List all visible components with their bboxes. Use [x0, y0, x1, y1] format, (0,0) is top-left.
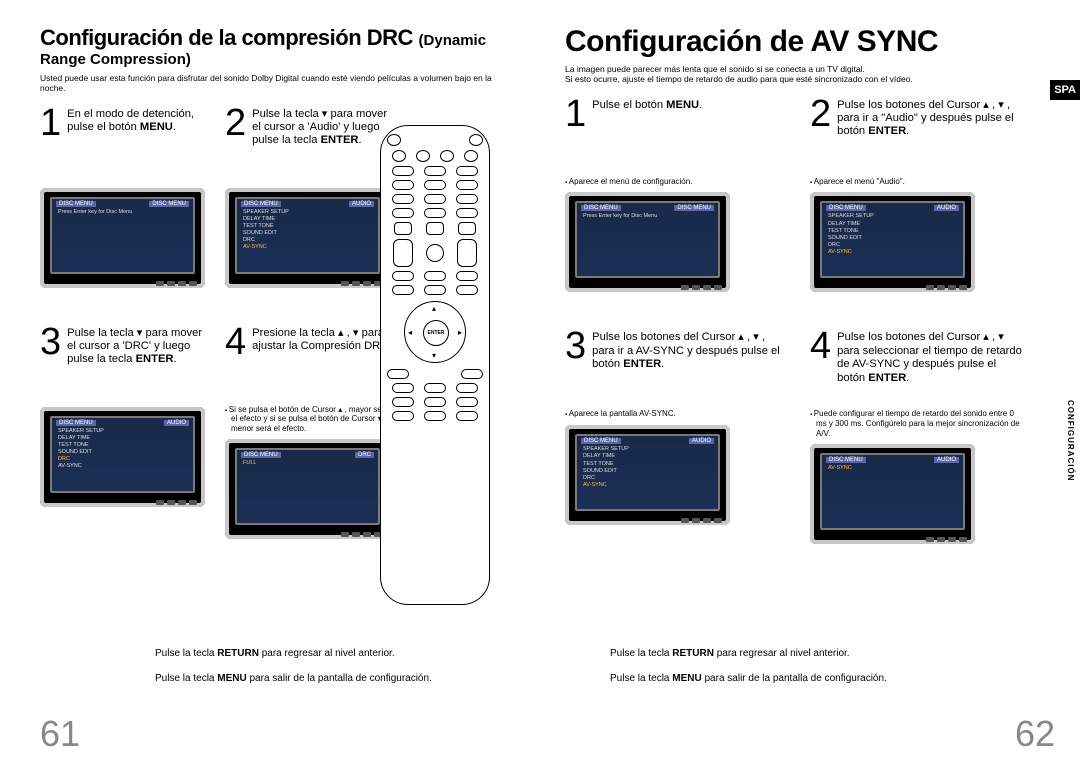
step-2: 2 Pulse la tecla ▾ para mover el cursor …	[225, 104, 395, 288]
step-4: 4 Presione la tecla ▴ , ▾ para ajustar l…	[225, 323, 395, 539]
remote-volume	[393, 239, 413, 267]
remote-button	[424, 397, 446, 407]
remote-button	[456, 285, 478, 295]
step-number: 2	[225, 104, 246, 142]
tv-mockup: DISC MENUDRC FULL	[225, 439, 390, 539]
step-1: 1 Pulse el botón MENU. Aparece el menú d…	[565, 95, 780, 293]
remote-dpad: ▴ ▾ ◂ ▸ ENTER	[404, 301, 466, 363]
language-tab: SPA	[1050, 80, 1080, 100]
step-3: 3 Pulse los botones del Cursor ▴ , ▾ , p…	[565, 327, 780, 543]
remote-button	[392, 383, 414, 393]
remote-button	[424, 194, 446, 204]
remote-button	[392, 180, 414, 190]
remote-button	[424, 180, 446, 190]
remote-button	[424, 166, 446, 176]
remote-button	[456, 180, 478, 190]
remote-button	[392, 271, 414, 281]
footer-notes-left: Pulse la tecla RETURN para regresar al n…	[155, 648, 510, 698]
remote-button	[387, 134, 401, 146]
remote-button	[392, 166, 414, 176]
tv-mockup: DISC MENUAUDIO AV-SYNC	[810, 444, 975, 544]
page-61-title: Configuración de la compresión DRC (Dyna…	[40, 25, 530, 68]
page-number-62: 62	[1015, 713, 1055, 755]
remote-button	[461, 369, 483, 379]
remote-channel	[457, 239, 477, 267]
tv-mockup: DISC MENUAUDIO SPEAKER SETUPDELAY TIMETE…	[565, 425, 730, 525]
remote-button	[424, 271, 446, 281]
footer-notes-right: Pulse la tecla RETURN para regresar al n…	[610, 648, 1050, 698]
steps-grid-right: 1 Pulse el botón MENU. Aparece el menú d…	[565, 95, 1055, 544]
remote-button	[456, 166, 478, 176]
tv-mockup: DISC MENUAUDIO SPEAKER SETUP DELAY TIME …	[225, 188, 390, 288]
tv-mockup: DISC MENUDISC MENUPress Enter key for Di…	[565, 192, 730, 292]
remote-button	[392, 194, 414, 204]
step-text: En el modo de detención, pulse el botón …	[67, 104, 210, 135]
remote-button	[456, 194, 478, 204]
step-3: 3 Pulse la tecla ▾ para mover el cursor …	[40, 323, 210, 539]
step-number: 4	[225, 323, 246, 361]
remote-mute	[426, 244, 444, 262]
remote-button	[456, 383, 478, 393]
remote-button	[392, 285, 414, 295]
remote-button	[424, 285, 446, 295]
step-4: 4 Pulse los botones del Cursor ▴ , ▾ par…	[810, 327, 1025, 543]
tv-mockup: DISC MENUAUDIO SPEAKER SETUP DELAY TIME …	[40, 407, 205, 507]
remote-button	[424, 208, 446, 218]
remote-button	[424, 383, 446, 393]
remote-button	[394, 222, 412, 235]
remote-button	[392, 411, 414, 421]
page-61: Configuración de la compresión DRC (Dyna…	[0, 0, 540, 763]
page-62-title: Configuración de AV SYNC	[565, 25, 1055, 59]
step-text: Pulse la tecla ▾ para mover el cursor a …	[252, 104, 395, 148]
step-2: 2 Pulse los botones del Cursor ▴ , ▾ , p…	[810, 95, 1025, 293]
step-number: 1	[40, 104, 61, 142]
remote-button	[392, 208, 414, 218]
section-tab: CONFIGURACIÓN	[1066, 400, 1075, 481]
remote-button	[456, 208, 478, 218]
remote-button	[416, 150, 430, 162]
remote-button	[469, 134, 483, 146]
remote-button	[464, 150, 478, 162]
remote-button	[392, 150, 406, 162]
step-number: 3	[40, 323, 61, 361]
page-61-intro: Usted puede usar esta función para disfr…	[40, 74, 510, 94]
remote-return	[387, 369, 409, 379]
remote-enter: ENTER	[423, 320, 449, 346]
remote-button	[426, 222, 444, 235]
step-text: Presione la tecla ▴ , ▾ para ajustar la …	[252, 323, 395, 354]
remote-button	[456, 271, 478, 281]
remote-button	[456, 397, 478, 407]
page-62: Configuración de AV SYNC La imagen puede…	[540, 0, 1080, 763]
step-note: Si se pulsa el botón de Cursor ▴ , mayor…	[225, 405, 395, 433]
step-1: 1 En el modo de detención, pulse el botó…	[40, 104, 210, 288]
remote-button	[424, 411, 446, 421]
page-number-61: 61	[40, 713, 80, 755]
remote-control: ▴ ▾ ◂ ▸ ENTER	[380, 125, 490, 605]
page-62-intro: La imagen puede parecer más lenta que el…	[565, 65, 1035, 85]
remote-button	[440, 150, 454, 162]
remote-button	[456, 411, 478, 421]
tv-mockup: DISC MENUAUDIO SPEAKER SETUPDELAY TIMETE…	[810, 192, 975, 292]
remote-button	[392, 397, 414, 407]
remote-button	[458, 222, 476, 235]
manual-spread: Configuración de la compresión DRC (Dyna…	[0, 0, 1080, 763]
tv-mockup: DISC MENUDISC MENUPress Enter key for Di…	[40, 188, 205, 288]
step-text: Pulse la tecla ▾ para mover el cursor a …	[67, 323, 210, 367]
